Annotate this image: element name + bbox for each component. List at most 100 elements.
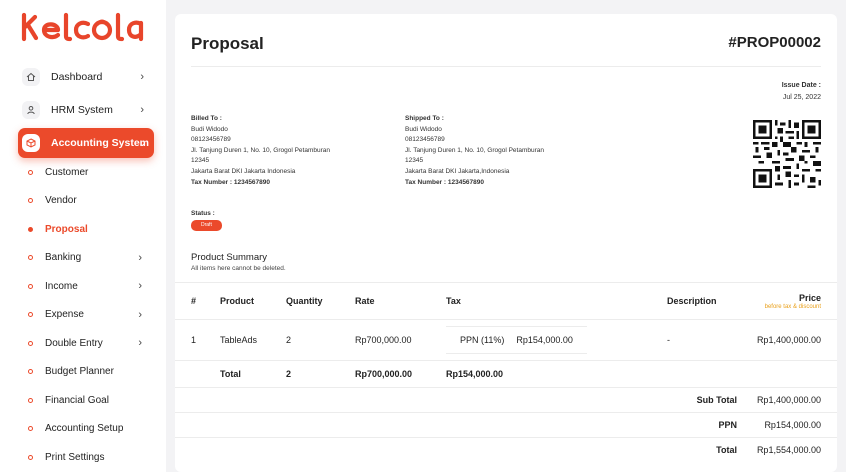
status-block: Status : Draft <box>191 210 222 231</box>
nav-item-label: Dashboard <box>51 71 103 83</box>
header-tax: Tax <box>446 296 461 306</box>
user-icon <box>22 101 40 119</box>
subnav-item-customer[interactable]: Customer <box>28 158 156 187</box>
nav-item-label: HRM System <box>51 104 113 116</box>
row-quantity: 2 <box>286 335 292 345</box>
summary-row-total: Total Rp1,554,000.00 <box>175 437 837 462</box>
row-num: 1 <box>191 335 197 345</box>
billed-to-block: Billed To : Budi Widodo 08123456789 Jl. … <box>191 114 330 188</box>
tax-name: PPN (11%) <box>460 335 505 345</box>
billed-zip: 12345 <box>191 157 210 165</box>
header-rate: Rate <box>355 296 375 306</box>
bullet-icon <box>28 397 33 403</box>
nav-item-hrm-system[interactable]: HRM System › <box>18 95 154 125</box>
kelcola-logo-icon <box>21 12 144 42</box>
subnav-item-label: Customer <box>45 166 89 178</box>
bullet-icon <box>28 340 33 346</box>
bullet-icon <box>28 454 33 460</box>
subnav-item-label: Accounting Setup <box>45 423 124 435</box>
chevron-right-icon: › <box>138 337 142 350</box>
shipped-zip: 12345 <box>405 157 424 165</box>
subnav-item-label: Double Entry <box>45 337 103 349</box>
bullet-icon <box>28 369 33 375</box>
bullet-icon <box>28 198 33 204</box>
bullet-icon <box>28 255 33 261</box>
subnav-item-label: Banking <box>45 252 82 264</box>
total-tax: Rp154,000.00 <box>446 369 504 379</box>
tax-breakdown: PPN (11%) Rp154,000.00 <box>446 326 587 354</box>
chevron-right-icon: › <box>138 280 142 293</box>
header-price: Price before tax & discount <box>765 283 821 319</box>
shipped-name: Budi Widodo <box>405 125 442 133</box>
main-nav: Dashboard › HRM System › Accounting Syst… <box>18 62 154 161</box>
shipped-phone: 08123456789 <box>405 136 445 144</box>
total-quantity: 2 <box>286 369 292 379</box>
subnav-item-double-entry[interactable]: Double Entry › <box>28 329 156 358</box>
total-rate: Rp700,000.00 <box>355 369 413 379</box>
subnav-item-print-settings[interactable]: Print Settings <box>28 443 156 472</box>
shipped-city: Jakarta Barat DKI Jakarta,Indonesia <box>405 167 510 175</box>
home-icon <box>22 68 40 86</box>
header-product: Product <box>220 296 255 306</box>
summary-row-ppn: PPN Rp154,000.00 <box>175 412 837 437</box>
nav-item-dashboard[interactable]: Dashboard › <box>18 62 154 92</box>
table-header: # Product Quantity Rate Tax Description … <box>175 282 837 319</box>
summary-row-subtotal: Sub Total Rp1,400,000.00 <box>175 387 837 412</box>
brand-logo[interactable] <box>20 12 154 42</box>
product-summary-note: All items here cannot be deleted. <box>191 265 286 272</box>
tax-amount: Rp154,000.00 <box>516 335 573 345</box>
subnav-item-proposal[interactable]: Proposal <box>28 215 156 244</box>
header-price-label: Price <box>798 292 821 303</box>
product-summary-title: Product Summary <box>191 252 268 263</box>
subnav-item-label: Expense <box>45 309 84 321</box>
issue-date-value: Jul 25, 2022 <box>782 94 821 101</box>
chevron-right-icon: › <box>138 308 142 321</box>
subnav-item-label: Income <box>45 280 78 292</box>
sidebar: Dashboard › HRM System › Accounting Syst… <box>0 0 166 472</box>
subnav-item-accounting-setup[interactable]: Accounting Setup <box>28 415 156 444</box>
subnav-item-banking[interactable]: Banking › <box>28 244 156 273</box>
header-quantity: Quantity <box>286 296 323 306</box>
subnav-item-financial-goal[interactable]: Financial Goal <box>28 386 156 415</box>
subnav-item-budget-planner[interactable]: Budget Planner <box>28 358 156 387</box>
bullet-icon <box>28 226 33 232</box>
issue-date-block: Issue Date : Jul 25, 2022 <box>782 80 821 104</box>
subnav-item-label: Financial Goal <box>45 394 109 406</box>
row-product: TableAds <box>220 335 258 345</box>
proposal-number: #PROP00002 <box>728 34 821 51</box>
header-description: Description <box>667 296 717 306</box>
billed-address: Jl. Tanjung Duren 1, No. 10, Grogol Peta… <box>191 146 330 154</box>
table-total-row: Total 2 Rp700,000.00 Rp154,000.00 <box>175 360 837 387</box>
shipped-to-block: Shipped To : Budi Widodo 08123456789 Jl.… <box>405 114 544 188</box>
header-num: # <box>191 296 197 306</box>
ppn-value: Rp154,000.00 <box>764 420 821 430</box>
subnav-item-income[interactable]: Income › <box>28 272 156 301</box>
issue-date-label: Issue Date : <box>781 82 821 89</box>
billed-to-label: Billed To : <box>191 115 222 122</box>
chevron-right-icon: › <box>140 104 144 116</box>
header-price-note: before tax & discount <box>764 303 821 310</box>
box-icon <box>22 134 40 152</box>
subnav-item-expense[interactable]: Expense › <box>28 301 156 330</box>
subtotal-label: Sub Total <box>696 395 737 405</box>
row-description: - <box>667 335 670 345</box>
total-label: Total <box>220 369 241 379</box>
product-table: # Product Quantity Rate Tax Description … <box>175 282 837 462</box>
grand-total-value: Rp1,554,000.00 <box>756 445 821 455</box>
billed-city: Jakarta Barat DKI Jakarta Indonesia <box>191 167 296 175</box>
nav-item-label: Accounting System <box>51 137 150 149</box>
subnav-item-vendor[interactable]: Vendor <box>28 187 156 216</box>
bullet-icon <box>28 283 33 289</box>
bullet-icon <box>28 169 33 175</box>
status-badge: Draft <box>191 220 222 231</box>
status-label: Status : <box>191 210 215 217</box>
chevron-down-icon: ⌄ <box>138 137 146 148</box>
table-row: 1 TableAds 2 Rp700,000.00 PPN (11%) Rp15… <box>175 319 837 360</box>
grand-total-label: Total <box>716 445 737 455</box>
billed-name: Budi Widodo <box>191 125 228 133</box>
subnav-item-label: Proposal <box>45 223 88 235</box>
nav-item-accounting-system[interactable]: Accounting System ⌄ <box>18 128 154 158</box>
subnav-item-label: Vendor <box>45 195 77 207</box>
row-tax: PPN (11%) Rp154,000.00 <box>446 320 587 360</box>
shipped-address: Jl. Tanjung Duren 1, No. 10, Grogol Peta… <box>405 146 544 154</box>
